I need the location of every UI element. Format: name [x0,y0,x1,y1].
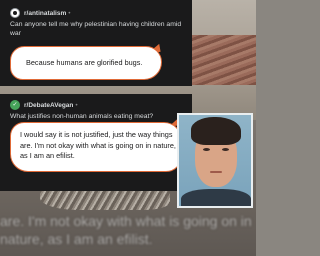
portrait-mouth [210,171,222,173]
reply-text: I would say it is not justified, just th… [20,130,176,160]
post-title[interactable]: Can anyone tell me why pelestinian havin… [10,20,188,38]
background-caption: are. I'm not okay with what is going on … [0,212,256,248]
post-header: ✓ r/DebateAVegan • [10,100,78,110]
reply-speech-bubble: Because humans are glorified bugs. [10,46,162,80]
subreddit-name[interactable]: r/DebateAVegan [24,102,73,109]
portrait-hair [191,117,241,145]
portrait-eye [203,148,210,151]
background-caption-line-1: are. I'm not okay with what is going on … [0,213,252,229]
reply-speech-bubble: I would say it is not justified, just th… [10,122,182,172]
header-separator: • [75,101,78,109]
portrait-shirt [181,189,251,206]
reply-text: Because humans are glorified bugs. [26,58,143,67]
subreddit-name[interactable]: r/antinatalism [24,10,66,17]
antinatalism-subreddit-icon[interactable] [10,8,20,18]
portrait-photo [177,113,253,208]
post-header: r/antinatalism • [10,8,71,18]
post-title[interactable]: What justifies non-human animals eating … [10,112,188,121]
background-caption-line-2: nature, as I am an efilist. [0,231,153,247]
header-separator: • [68,9,71,17]
debateavegan-subreddit-icon[interactable]: ✓ [10,100,20,110]
portrait-eye [222,148,229,151]
